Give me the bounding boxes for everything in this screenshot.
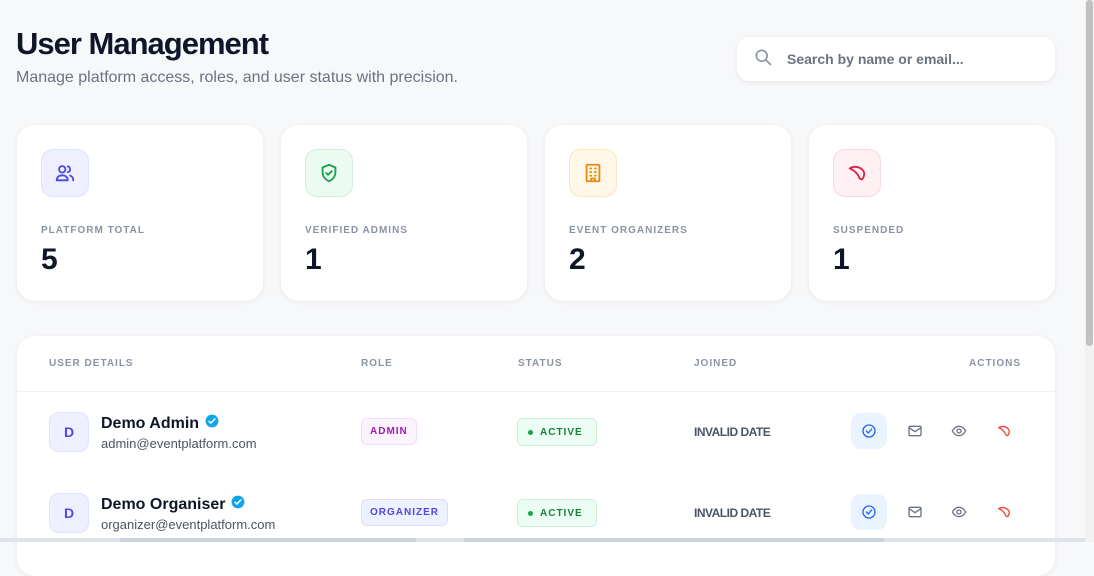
user-name-text: Demo Admin: [101, 414, 200, 432]
eye-icon: [951, 506, 967, 518]
column-header-actions: ACTIONS: [969, 358, 1021, 369]
search-icon: [753, 47, 773, 72]
avatar: D: [49, 493, 89, 533]
email-button[interactable]: [897, 494, 933, 530]
users-icon: [41, 149, 89, 197]
bottom-strip-segment: [120, 538, 416, 542]
building-icon: [569, 149, 617, 197]
vertical-scrollbar[interactable]: [1085, 0, 1094, 542]
bottom-strip-segment: [464, 538, 884, 542]
verified-badge-icon: [205, 414, 219, 433]
stat-label: EVENT ORGANIZERS: [569, 225, 688, 236]
stat-label: SUSPENDED: [833, 225, 905, 236]
column-header-role: ROLE: [361, 358, 393, 369]
status-text: ACTIVE: [540, 426, 583, 438]
stat-value: 5: [41, 243, 58, 276]
ban-icon: [833, 149, 881, 197]
role-badge: ADMIN: [361, 418, 417, 445]
joined-date: INVALID DATE: [694, 506, 771, 520]
suspend-icon: [998, 425, 1010, 437]
page-title: User Management: [16, 26, 269, 61]
table-header: USER DETAILS ROLE STATUS JOINED ACTIONS: [17, 336, 1055, 392]
user-email: organizer@eventplatform.com: [101, 517, 276, 532]
bottom-strip: [0, 538, 1085, 542]
stat-card-platform-total: PLATFORM TOTAL 5: [17, 125, 263, 301]
column-header-joined: JOINED: [694, 358, 738, 369]
status-dot-icon: [528, 510, 533, 516]
mail-icon: [908, 425, 922, 437]
stat-card-suspended: SUSPENDED 1: [809, 125, 1055, 301]
user-name: Demo Organiser: [101, 495, 245, 514]
eye-icon: [951, 425, 967, 437]
verify-icon: [862, 505, 876, 519]
email-button[interactable]: [897, 413, 933, 449]
search-box[interactable]: [737, 37, 1055, 81]
column-header-status: STATUS: [518, 358, 563, 369]
scroll-thumb[interactable]: [1086, 0, 1093, 346]
search-input[interactable]: [785, 50, 1039, 68]
verified-badge-icon: [231, 495, 245, 514]
joined-date: INVALID DATE: [694, 425, 771, 439]
stat-value: 2: [569, 243, 586, 276]
user-name: Demo Admin: [101, 414, 219, 433]
stat-label: PLATFORM TOTAL: [41, 225, 145, 236]
suspend-button[interactable]: [986, 494, 1022, 530]
suspend-button[interactable]: [986, 413, 1022, 449]
mail-icon: [908, 506, 922, 518]
status-dot-icon: [528, 429, 533, 435]
status-text: ACTIVE: [540, 507, 583, 519]
verify-icon: [862, 424, 876, 438]
stat-value: 1: [833, 243, 850, 276]
shield-check-icon: [305, 149, 353, 197]
page-subtitle: Manage platform access, roles, and user …: [16, 69, 458, 86]
status-badge: ACTIVE: [517, 418, 597, 446]
view-button[interactable]: [941, 494, 977, 530]
status-badge: ACTIVE: [517, 499, 597, 527]
column-header-user-details: USER DETAILS: [49, 358, 134, 369]
avatar: D: [49, 412, 89, 452]
role-badge: ORGANIZER: [361, 499, 448, 526]
stat-card-verified-admins: VERIFIED ADMINS 1: [281, 125, 527, 301]
stat-label: VERIFIED ADMINS: [305, 225, 408, 236]
stat-card-event-organizers: EVENT ORGANIZERS 2: [545, 125, 791, 301]
user-name-text: Demo Organiser: [101, 495, 226, 513]
verify-button[interactable]: [851, 494, 887, 530]
view-button[interactable]: [941, 413, 977, 449]
stat-value: 1: [305, 243, 322, 276]
table-row[interactable]: D Demo Admin admin@eventplatform.com ADM…: [17, 392, 1055, 472]
user-email: admin@eventplatform.com: [101, 436, 257, 451]
suspend-icon: [998, 506, 1010, 518]
verify-button[interactable]: [851, 413, 887, 449]
